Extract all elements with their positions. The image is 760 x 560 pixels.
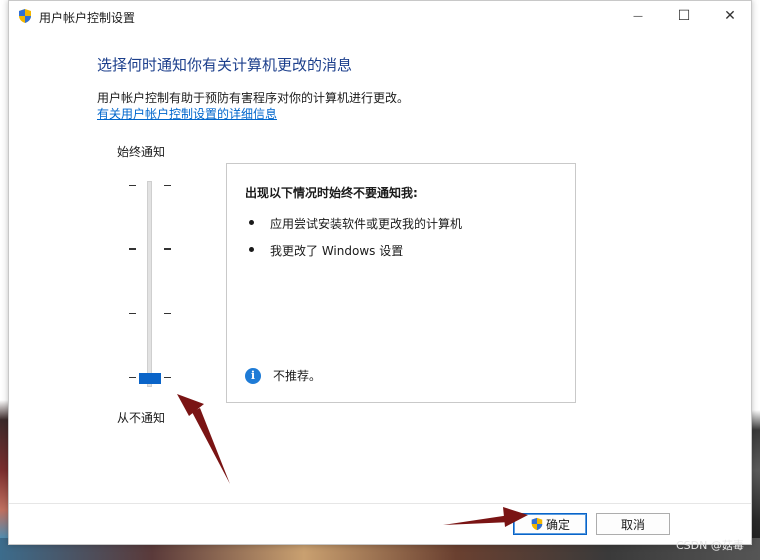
slider-tick-left — [129, 313, 136, 314]
note-text: 不推荐。 — [273, 369, 322, 383]
list-item: 我更改了 Windows 设置 — [249, 242, 403, 259]
slider-bottom-label: 从不通知 — [117, 411, 166, 425]
maximize-icon: ☐ — [677, 8, 691, 24]
recommendation-note: i 不推荐。 — [245, 367, 321, 384]
uac-shield-icon — [19, 9, 31, 23]
slider-tick-right — [164, 248, 171, 250]
cancel-button-label: 取消 — [620, 517, 645, 532]
title-bar[interactable]: 用户帐户控制设置 — ☐ ✕ — [9, 1, 751, 31]
bullet-text: 我更改了 Windows 设置 — [270, 244, 404, 258]
maximize-button[interactable]: ☐ — [661, 1, 707, 31]
ok-button-label: 确定 — [545, 517, 570, 532]
ok-button[interactable]: 确定 — [513, 513, 587, 535]
slider-tick-right — [164, 313, 171, 314]
notification-slider-thumb[interactable] — [139, 373, 161, 384]
close-icon: ✕ — [724, 8, 736, 24]
page-heading: 选择何时通知你有关计算机更改的消息 — [97, 56, 353, 74]
info-box-title: 出现以下情况时始终不要通知我: — [245, 186, 418, 200]
bullet-text: 应用尝试安装软件或更改我的计算机 — [270, 217, 463, 231]
bullet-icon — [249, 220, 254, 225]
slider-tick-left — [129, 377, 136, 378]
uac-shield-icon — [531, 517, 543, 531]
info-icon: i — [245, 367, 261, 384]
uac-settings-window: 用户帐户控制设置 — ☐ ✕ 选择何时通知你有关计算机更改的消息 用户帐户控制有… — [8, 0, 752, 545]
minimize-button[interactable]: — — [615, 1, 661, 31]
cancel-button[interactable]: 取消 — [596, 513, 670, 535]
list-item: 应用尝试安装软件或更改我的计算机 — [249, 215, 462, 232]
minimize-icon: — — [633, 10, 643, 22]
uac-help-link[interactable]: 有关用户帐户控制设置的详细信息 — [97, 105, 277, 122]
description-text: 用户帐户控制有助于预防有害程序对你的计算机进行更改。 — [97, 91, 410, 105]
slider-tick-left — [129, 185, 136, 186]
watermark-text: CSDN @菇毒 — [676, 539, 744, 552]
setting-description-box: 出现以下情况时始终不要通知我: 应用尝试安装软件或更改我的计算机 我更改了 Wi… — [226, 163, 576, 403]
footer-divider — [9, 503, 751, 504]
bullet-icon — [249, 247, 254, 252]
close-button[interactable]: ✕ — [707, 1, 753, 31]
slider-tick-right — [164, 185, 171, 186]
slider-top-label: 始终通知 — [117, 145, 166, 159]
window-title: 用户帐户控制设置 — [39, 11, 136, 25]
slider-tick-left — [129, 248, 136, 250]
notification-slider-track[interactable] — [147, 181, 152, 387]
slider-tick-right — [164, 377, 171, 378]
